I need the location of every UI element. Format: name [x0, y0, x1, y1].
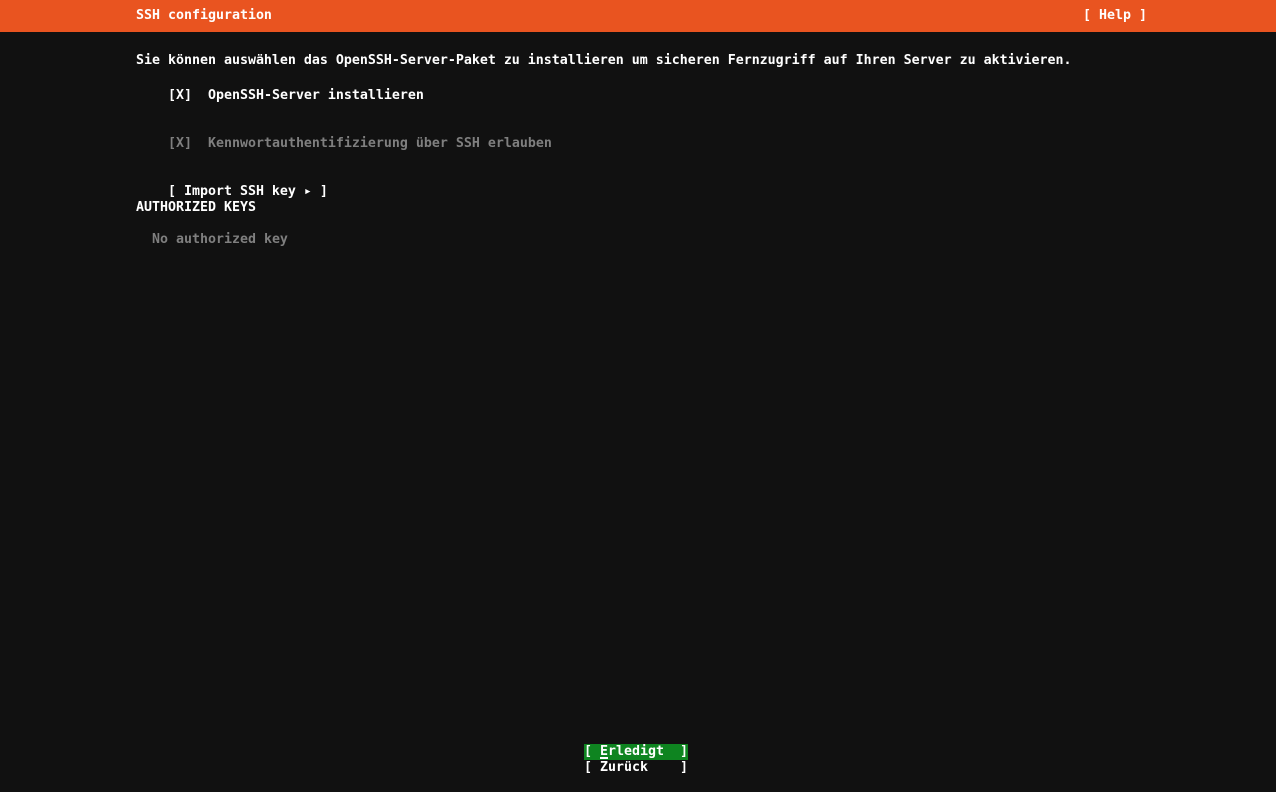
title-bar: SSH configuration [ Help ]	[0, 0, 1276, 32]
checkbox-password-auth-disabled: [X] Kennwortauthentifizierung über SSH er…	[136, 120, 552, 151]
back-button[interactable]: [ Zurück ]	[584, 760, 688, 776]
page-title: SSH configuration	[136, 8, 272, 23]
ssh-configuration-screen: SSH configuration [ Help ] Sie können au…	[0, 0, 1276, 792]
checkbox-install-openssh-server[interactable]: [X] OpenSSH-Server installieren	[136, 72, 424, 103]
help-button[interactable]: [ Help ]	[1083, 8, 1147, 24]
no-authorized-key-text: No authorized key	[152, 232, 288, 247]
authorized-keys-heading: AUTHORIZED KEYS	[136, 200, 256, 215]
checkbox-label: OpenSSH-Server installieren	[207, 88, 424, 103]
text-cursor	[600, 757, 608, 759]
intro-text: Sie können auswählen das OpenSSH-Server-…	[136, 53, 1072, 69]
import-ssh-key-button[interactable]: [ Import SSH key ▸ ]	[168, 184, 328, 199]
checkbox-box: [X]	[167, 136, 192, 151]
checkbox-box: [X]	[167, 88, 192, 103]
checkbox-label: Kennwortauthentifizierung über SSH erlau…	[207, 136, 552, 151]
